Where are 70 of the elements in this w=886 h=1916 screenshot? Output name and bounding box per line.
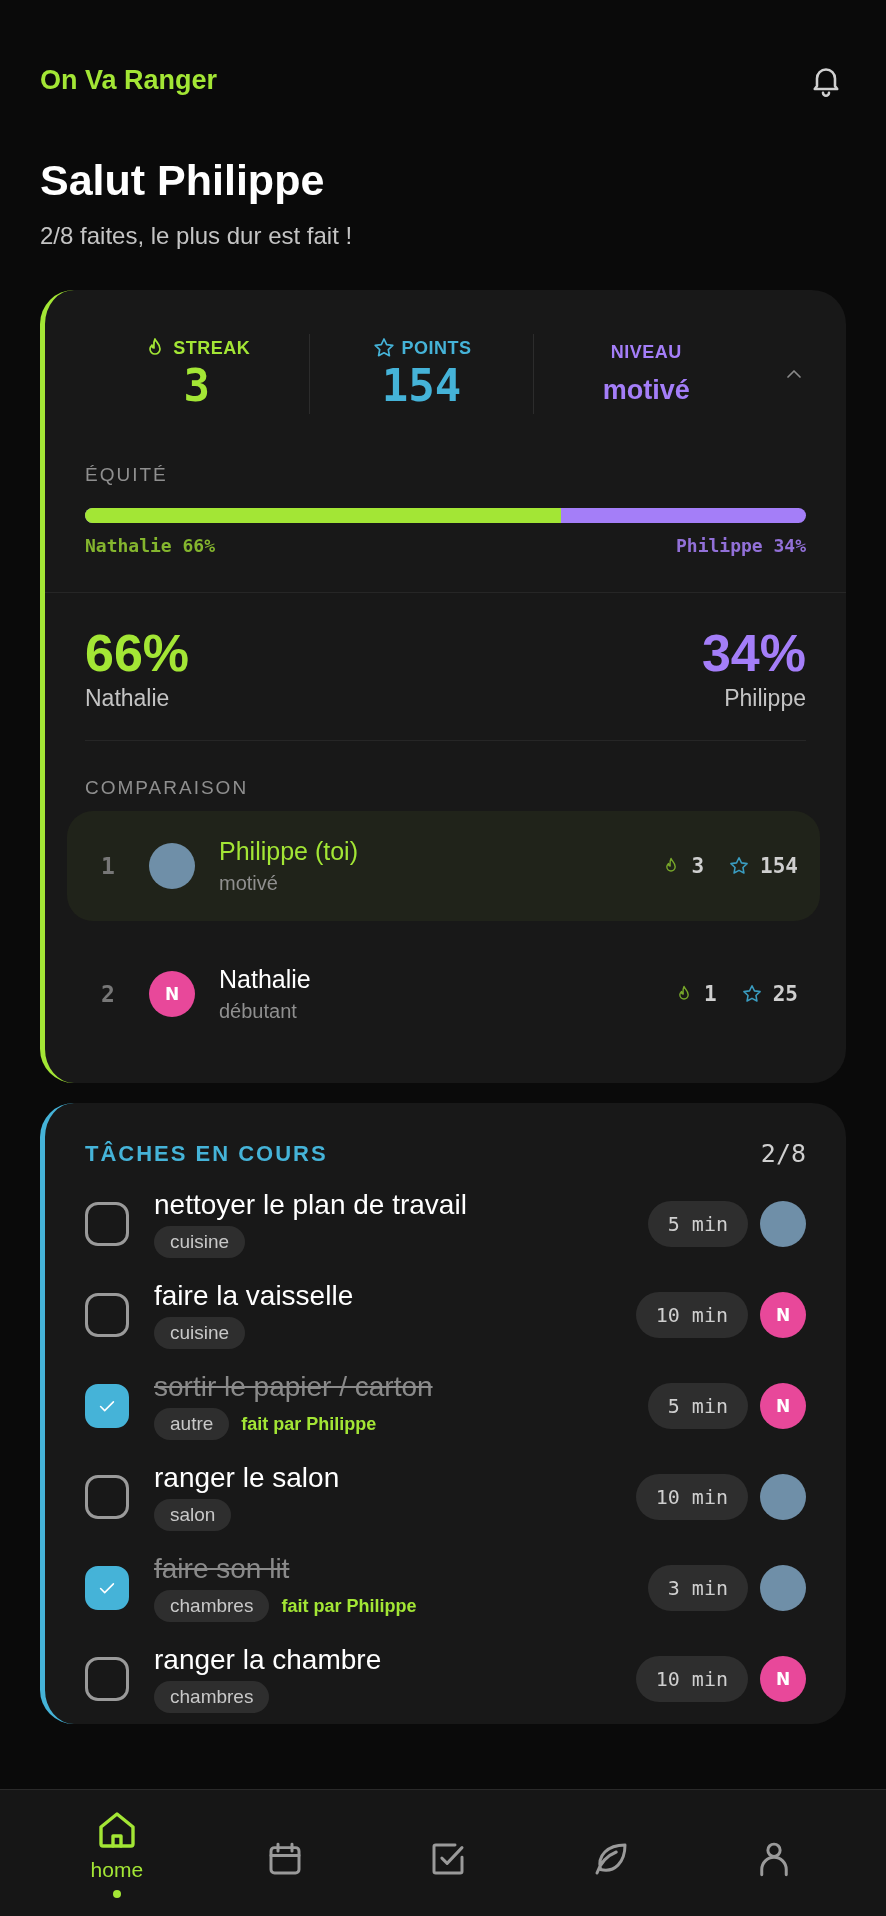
ranking-row[interactable]: 2 N Nathalie débutant 1 25 bbox=[67, 939, 820, 1049]
duration-badge: 10 min bbox=[635, 1655, 748, 1702]
points-count: 154 bbox=[760, 854, 798, 878]
task-title: nettoyer le plan de travail bbox=[154, 1189, 468, 1221]
task-title: sortir le papier / carton bbox=[154, 1371, 434, 1403]
duration-badge: 10 min bbox=[635, 1291, 748, 1338]
done-by-label: fait par Philippe bbox=[241, 1413, 377, 1435]
member-level: débutant bbox=[219, 1000, 298, 1023]
done-by-label: fait par Philippe bbox=[281, 1595, 417, 1617]
section-label: ÉQUITÉ bbox=[85, 464, 169, 486]
task-checkbox[interactable] bbox=[85, 1474, 129, 1519]
app-name: On Va Ranger bbox=[40, 64, 218, 96]
equity-label: Philippe 34% bbox=[675, 535, 806, 556]
star-icon bbox=[371, 336, 396, 360]
streak-count: 3 bbox=[691, 854, 705, 878]
share-name: Nathalie bbox=[85, 685, 171, 712]
avatar-initial: N bbox=[760, 1655, 806, 1702]
stat-value: 3 bbox=[183, 360, 211, 412]
avatar-initial: N bbox=[760, 1382, 806, 1429]
task-checkbox[interactable] bbox=[85, 1656, 129, 1701]
nav-tab[interactable]: home bbox=[80, 1790, 154, 1898]
avatar-photo bbox=[760, 1473, 806, 1520]
avatar-initial: N bbox=[149, 971, 195, 1017]
avatar-photo bbox=[149, 843, 195, 889]
rank-number: 1 bbox=[100, 853, 116, 879]
member-name: Nathalie bbox=[219, 965, 312, 994]
duration-badge: 5 min bbox=[647, 1382, 748, 1429]
avatar-initial: N bbox=[760, 1291, 806, 1338]
task-title: faire son lit bbox=[154, 1553, 291, 1585]
task-title: faire la vaisselle bbox=[154, 1280, 355, 1312]
member-level: motivé bbox=[219, 872, 279, 895]
task-checkbox[interactable] bbox=[85, 1565, 129, 1610]
duration-badge: 5 min bbox=[647, 1200, 748, 1247]
greeting-subtitle: 2/8 faites, le plus dur est fait ! bbox=[40, 222, 354, 250]
section-title: TÂCHES EN COURS bbox=[85, 1140, 328, 1167]
stat-label: POINTS bbox=[401, 337, 472, 359]
task-checkbox[interactable] bbox=[85, 1292, 129, 1337]
stat-value: motivé bbox=[602, 373, 690, 407]
task-title: ranger la chambre bbox=[154, 1644, 383, 1676]
share-name: Philippe bbox=[724, 685, 806, 712]
rank-number: 2 bbox=[100, 981, 116, 1007]
member-name: Philippe (toi) bbox=[219, 837, 359, 866]
star-icon bbox=[740, 983, 763, 1005]
active-dot bbox=[112, 1890, 121, 1898]
share-percent: 34% bbox=[701, 623, 806, 683]
greeting-title: Salut Philippe bbox=[40, 155, 326, 206]
points-count: 25 bbox=[772, 982, 798, 1006]
equity-label: Nathalie 66% bbox=[85, 535, 216, 556]
task-title: ranger le salon bbox=[154, 1462, 341, 1494]
duration-badge: 10 min bbox=[635, 1473, 748, 1520]
avatar-photo bbox=[760, 1564, 806, 1611]
section-label: COMPARAISON bbox=[84, 777, 250, 799]
avatar-photo bbox=[760, 1200, 806, 1247]
task-checkbox[interactable] bbox=[85, 1383, 129, 1428]
duration-badge: 3 min bbox=[647, 1564, 748, 1611]
task-checkbox[interactable] bbox=[85, 1201, 129, 1246]
category-tag: chambres bbox=[154, 1681, 270, 1713]
stat-value: 154 bbox=[381, 360, 462, 412]
category-tag: cuisine bbox=[154, 1226, 246, 1258]
stat-label: STREAK bbox=[173, 337, 251, 359]
star-icon bbox=[728, 855, 751, 877]
category-tag: salon bbox=[154, 1499, 232, 1531]
category-tag: autre bbox=[154, 1408, 230, 1440]
share-percent: 66% bbox=[85, 623, 190, 683]
category-tag: cuisine bbox=[154, 1317, 246, 1349]
task-count: 2/8 bbox=[760, 1139, 806, 1168]
category-tag: chambres bbox=[154, 1590, 270, 1622]
ranking-row[interactable]: 1 Philippe (toi) motivé 3 154 bbox=[67, 811, 820, 921]
streak-count: 1 bbox=[704, 982, 717, 1006]
stat-label: NIVEAU bbox=[610, 341, 682, 363]
